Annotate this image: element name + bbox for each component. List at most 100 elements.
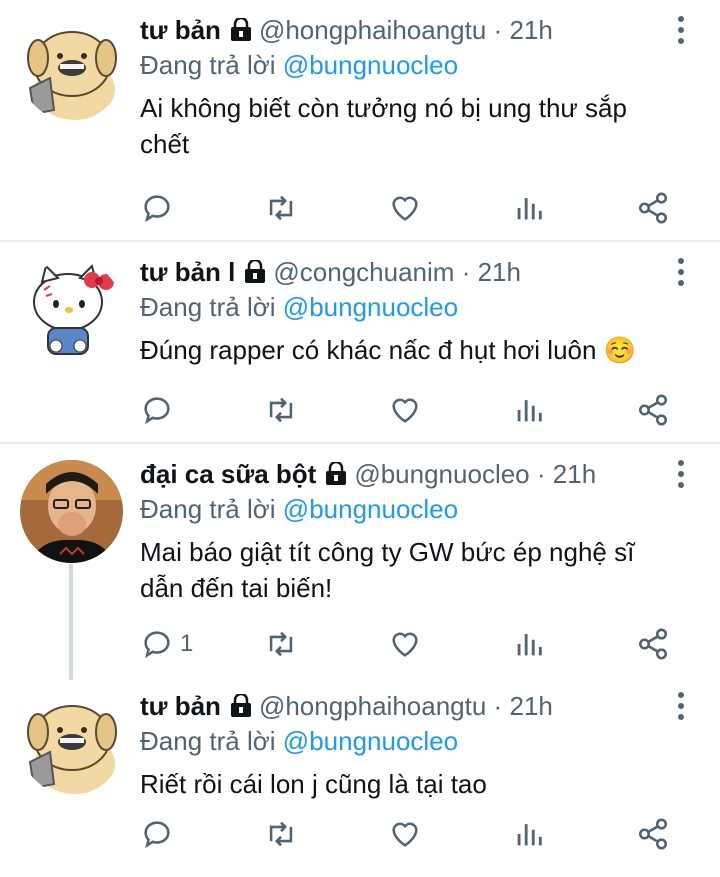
reply-prefix: Đang trả lời (140, 292, 276, 322)
display-name[interactable]: tư bản l (140, 257, 235, 287)
separator-dot: · (461, 257, 471, 287)
display-name[interactable]: tư bản (140, 15, 221, 45)
more-options-icon[interactable] (676, 460, 686, 490)
heart-icon (392, 632, 418, 657)
lock-icon (244, 260, 267, 284)
bar-chart-icon (517, 400, 542, 422)
heart-icon (392, 822, 418, 847)
tweet[interactable]: tư bản @hongphaihoangtu · 21h Đang trả lờ… (0, 0, 720, 240)
separator-dot: · (493, 691, 503, 721)
more-options-icon[interactable] (676, 692, 686, 722)
action-bar (140, 188, 690, 228)
retweet-icon (269, 195, 293, 221)
user-handle[interactable]: @hongphaihoangtu (259, 15, 486, 45)
reply-context: Đang trả lời @bungnuocleo (140, 48, 458, 82)
retweet-icon (269, 397, 293, 423)
separator-dot: · (493, 15, 503, 45)
reply-prefix: Đang trả lời (140, 726, 276, 756)
user-handle[interactable]: @bungnuocleo (354, 459, 529, 489)
display-name[interactable]: tư bản (140, 691, 221, 721)
reply-icon (144, 397, 170, 425)
action-bar (140, 390, 690, 430)
separator-dot: · (536, 459, 546, 489)
avatar[interactable] (20, 460, 123, 563)
retweet-button[interactable] (264, 624, 298, 664)
share-button[interactable] (636, 624, 670, 664)
share-icon (638, 192, 668, 224)
share-button[interactable] (636, 390, 670, 430)
analytics-button[interactable] (512, 624, 546, 664)
reply-button[interactable] (140, 188, 180, 228)
reply-mention-link[interactable]: @bungnuocleo (283, 292, 458, 322)
reply-context: Đang trả lời @bungnuocleo (140, 492, 458, 526)
more-options-icon[interactable] (676, 258, 686, 288)
analytics-button[interactable] (512, 390, 546, 430)
reply-icon (144, 195, 170, 223)
timestamp[interactable]: 21h (509, 691, 552, 721)
analytics-button[interactable] (512, 188, 546, 228)
timestamp[interactable]: 21h (478, 257, 521, 287)
user-handle[interactable]: @hongphaihoangtu (259, 691, 486, 721)
action-bar (140, 814, 690, 854)
share-button[interactable] (636, 814, 670, 854)
lock-icon (229, 18, 253, 42)
lock-icon (229, 694, 253, 718)
avatar[interactable] (20, 18, 123, 121)
reply-context: Đang trả lời @bungnuocleo (140, 724, 458, 758)
timestamp[interactable]: 21h (553, 459, 596, 489)
reply-count: 1 (180, 630, 194, 657)
tweet-text: Đúng rapper có khác nấc đ hụt hơi luôn ☺… (140, 335, 637, 365)
tweet[interactable]: tư bản @hongphaihoangtu · 21h Đang trả lờ… (0, 676, 720, 875)
retweet-button[interactable] (264, 814, 298, 854)
reply-mention-link[interactable]: @bungnuocleo (283, 494, 458, 524)
tweet-header: đại ca sữa bột @bungnuocleo · 21h (140, 456, 660, 492)
bar-chart-icon (517, 824, 542, 846)
like-button[interactable] (388, 624, 422, 664)
reply-button[interactable] (140, 390, 180, 430)
heart-icon (392, 196, 418, 221)
share-icon (638, 818, 668, 850)
lock-icon (325, 462, 348, 486)
retweet-button[interactable] (264, 188, 298, 228)
timestamp[interactable]: 21h (509, 15, 552, 45)
person-photo-avatar-icon (20, 460, 123, 563)
user-handle[interactable]: @congchuanim (273, 257, 454, 287)
bar-chart-icon (517, 634, 542, 656)
retweet-icon (269, 631, 293, 657)
tweet[interactable]: đại ca sữa bột @bungnuocleo · 21h Đang tr… (0, 442, 720, 680)
reply-button[interactable] (140, 814, 180, 854)
heart-icon (392, 398, 418, 423)
hello-kitty-avatar-icon (20, 260, 123, 363)
retweet-button[interactable] (264, 390, 298, 430)
retweet-icon (269, 821, 293, 847)
action-bar: 1 (140, 624, 690, 664)
like-button[interactable] (388, 188, 422, 228)
like-button[interactable] (388, 814, 422, 854)
reply-prefix: Đang trả lời (140, 494, 276, 524)
reply-prefix: Đang trả lời (140, 50, 276, 80)
thread-connector-line (69, 564, 73, 680)
reply-icon (144, 821, 170, 849)
dog-avatar-icon (20, 692, 123, 795)
reply-button[interactable]: 1 (140, 624, 193, 664)
tweet[interactable]: tư bản l @congchuanim · 21h Đang trả lời … (0, 240, 720, 442)
analytics-button[interactable] (512, 814, 546, 854)
tweet-text: Riết rồi cái lon j cũng là tại tao (140, 769, 487, 799)
display-name[interactable]: đại ca sữa bột (140, 459, 316, 489)
tweet-header: tư bản l @congchuanim · 21h (140, 254, 660, 290)
bar-chart-icon (517, 198, 542, 220)
reply-mention-link[interactable]: @bungnuocleo (283, 50, 458, 80)
share-icon (638, 628, 668, 660)
reply-mention-link[interactable]: @bungnuocleo (283, 726, 458, 756)
share-button[interactable] (636, 188, 670, 228)
tweet-header: tư bản @hongphaihoangtu · 21h (140, 12, 660, 48)
share-icon (638, 394, 668, 426)
tweet-header: tư bản @hongphaihoangtu · 21h (140, 688, 660, 724)
like-button[interactable] (388, 390, 422, 430)
avatar[interactable] (20, 692, 123, 795)
avatar[interactable] (20, 260, 123, 363)
reply-icon (144, 631, 170, 659)
more-options-icon[interactable] (676, 16, 686, 46)
dog-avatar-icon (20, 18, 123, 121)
tweet-text: Mai báo giật tít công ty GW bức ép nghệ … (140, 537, 635, 603)
